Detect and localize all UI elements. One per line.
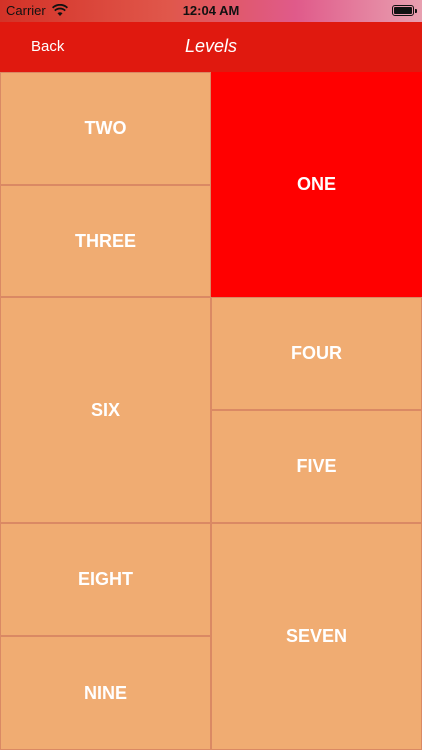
level-three-button[interactable]: THREE bbox=[0, 185, 211, 297]
level-two-button[interactable]: TWO bbox=[0, 72, 211, 185]
level-eight-button[interactable]: EIGHT bbox=[0, 523, 211, 636]
navigation-bar: Back Levels bbox=[0, 22, 422, 72]
level-seven-button[interactable]: SEVEN bbox=[211, 523, 422, 750]
level-nine-button[interactable]: NINE bbox=[0, 636, 211, 750]
level-four-button[interactable]: FOUR bbox=[211, 297, 422, 410]
levels-grid: TWO ONE THREE SIX FOUR FIVE EIGHT SEVEN … bbox=[0, 72, 422, 750]
level-six-button[interactable]: SIX bbox=[0, 297, 211, 523]
status-bar: Carrier 12:04 AM bbox=[0, 0, 422, 22]
level-five-button[interactable]: FIVE bbox=[211, 410, 422, 523]
levels-screen: Carrier 12:04 AM Back Levels TWO ONE THR… bbox=[0, 0, 422, 750]
page-title: Levels bbox=[184, 36, 238, 56]
battery-icon bbox=[392, 5, 417, 16]
clock: 12:04 AM bbox=[182, 3, 240, 18]
level-one-button[interactable]: ONE bbox=[211, 72, 422, 297]
